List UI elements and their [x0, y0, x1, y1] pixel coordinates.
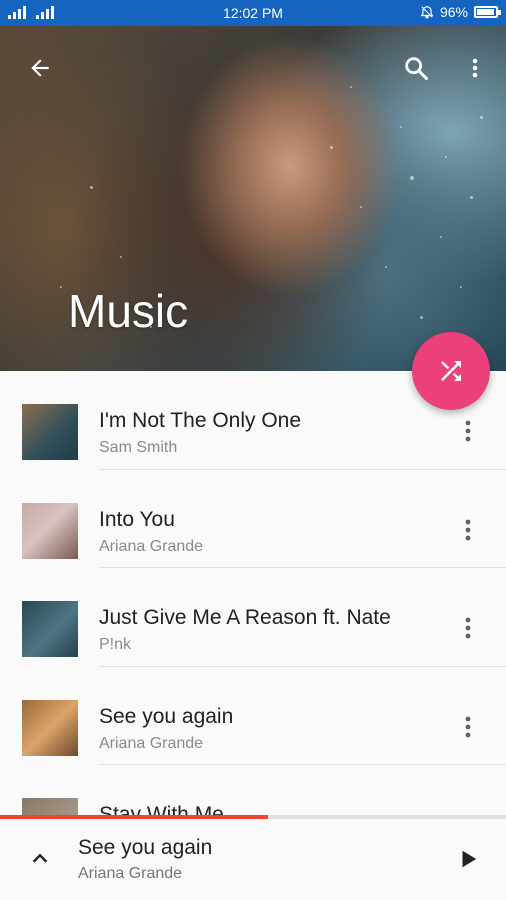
sparkle [90, 186, 93, 189]
sparkle [480, 116, 483, 119]
song-artist: P!nk [99, 636, 132, 653]
alarm-icon [420, 6, 434, 19]
sparkle [440, 236, 442, 238]
sparkle [470, 196, 473, 199]
sparkle [120, 256, 122, 258]
album-header-image: Music [0, 26, 506, 371]
sparkle [360, 206, 362, 208]
search-button[interactable] [396, 48, 436, 88]
battery-icon [474, 6, 501, 18]
album-art [22, 798, 78, 815]
now-playing-title: See you again [78, 836, 213, 859]
play-icon [462, 850, 477, 868]
song-artist: Sam Smith [99, 439, 178, 456]
song-menu-button[interactable] [452, 711, 484, 743]
expand-player-button[interactable] [22, 841, 58, 877]
shuffle-icon [441, 361, 461, 381]
sparkle [410, 176, 414, 180]
album-art [22, 404, 78, 460]
song-menu-button[interactable] [452, 514, 484, 546]
song-menu-button[interactable] [452, 415, 484, 447]
page-title: Music [68, 285, 189, 337]
more-vert-icon [465, 420, 471, 442]
song-title: Just Give Me A Reason ft. Nate [99, 606, 391, 629]
song-artist: Ariana Grande [99, 537, 204, 555]
song-title: Stay With Me [99, 803, 224, 815]
back-arrow-icon [31, 59, 49, 77]
song-title: I'm Not The Only One [99, 409, 302, 432]
sparkle [330, 146, 333, 149]
back-button[interactable] [20, 48, 60, 88]
play-button[interactable] [450, 841, 486, 877]
chevron-up-icon [32, 853, 48, 863]
more-vert-icon [465, 716, 471, 737]
song-row[interactable]: Into You Ariana Grande [0, 470, 506, 568]
sparkle [350, 86, 352, 88]
more-vert-icon [472, 58, 478, 78]
song-row[interactable]: Just Give Me A Reason ft. Nate P!nk [0, 568, 506, 667]
song-list[interactable]: I'm Not The Only One Sam Smith Into You … [0, 371, 506, 815]
more-vert-icon [465, 617, 471, 639]
song-row[interactable]: Stay With Me [0, 765, 506, 815]
sparkle [60, 286, 62, 288]
album-art [22, 502, 78, 559]
sparkle [445, 156, 447, 158]
now-playing-artist: Ariana Grande [78, 865, 183, 882]
song-menu-button[interactable] [452, 612, 484, 644]
more-vert-icon [465, 519, 471, 540]
song-artist: Ariana Grande [99, 734, 204, 752]
status-bar: 12:02 PM 96% [0, 0, 506, 26]
overflow-menu-button[interactable] [455, 48, 495, 88]
shuffle-button[interactable] [412, 332, 490, 410]
battery-percent: 96% [439, 4, 468, 20]
song-title: Into You [99, 507, 175, 531]
sparkle [460, 286, 462, 288]
song-row[interactable]: See you again Ariana Grande [0, 667, 506, 765]
now-playing-bar[interactable]: See you again Ariana Grande [0, 819, 506, 900]
album-art [22, 699, 78, 756]
sparkle [400, 126, 402, 128]
sparkle [385, 266, 387, 268]
album-art [22, 601, 78, 657]
song-title: See you again [99, 704, 234, 728]
sparkle [420, 316, 423, 319]
search-icon [405, 57, 429, 81]
